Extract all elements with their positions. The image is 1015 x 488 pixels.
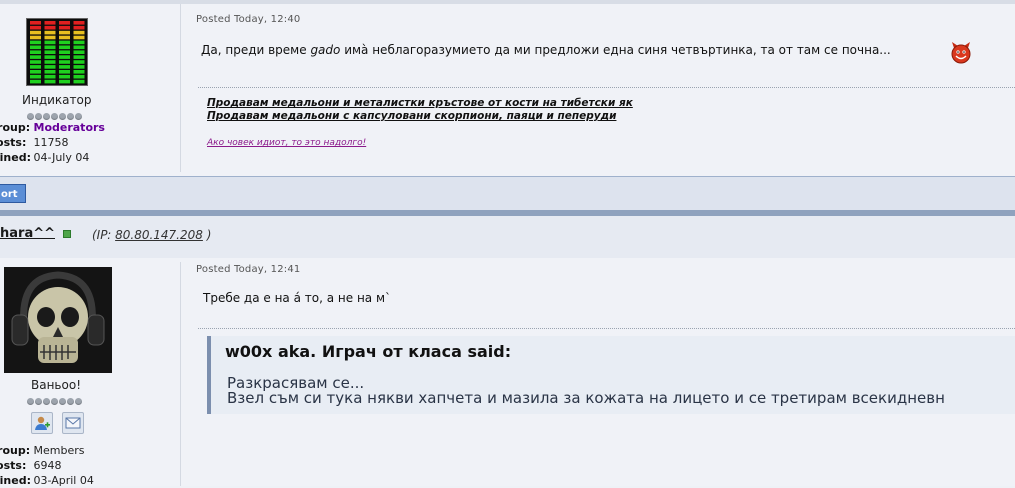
column-separator — [180, 4, 181, 172]
signature-link-1[interactable]: Продавам медальони и металистки кръстове… — [207, 97, 633, 110]
post-text: Да, преди време gado имà неблагоразумиет… — [201, 43, 891, 57]
column-separator — [180, 262, 181, 486]
post-date: Posted Today, 12:40 — [196, 14, 301, 25]
signature-link-2[interactable]: Продавам медальони с капсуловани скорпио… — [207, 110, 633, 123]
joined-value: 04-July 04 — [33, 151, 90, 164]
rank-pips — [27, 110, 83, 120]
report-button[interactable]: ort — [0, 184, 26, 203]
posts-value: 11758 — [33, 136, 69, 149]
rank-pips — [27, 395, 83, 405]
user-title: Индикатор — [22, 93, 92, 107]
joined-value: 03-April 04 — [33, 474, 94, 487]
post-actions-bar — [0, 176, 1015, 210]
avatar-skull — [4, 267, 112, 373]
post-date: Posted Today, 12:41 — [196, 264, 301, 275]
add-contact-icon[interactable] — [31, 412, 53, 434]
post-text: Требе да е на á то, а не на м` — [203, 291, 392, 305]
ip-link[interactable]: 80.80.147.208 — [115, 228, 203, 242]
quote-block: w00x aka. Играч от класа said: Разкрасяв… — [207, 336, 1015, 414]
send-message-icon[interactable] — [62, 412, 84, 434]
content-divider — [198, 328, 1015, 329]
user-info: Group: Members Posts: 6948 Joined: 03-Ap… — [0, 444, 94, 487]
post-1 — [0, 0, 1015, 176]
avatar-equalizer — [26, 18, 88, 86]
ip-info: (IP: 80.80.147.208 ) — [92, 228, 212, 242]
online-status-icon — [63, 230, 71, 238]
quote-author: w00x aka. Играч от класа said: — [225, 342, 512, 361]
devil-icon — [949, 40, 973, 64]
username-link[interactable]: hara^^ — [0, 226, 55, 241]
signature-motto: Ако човек идиот, то это надолго! — [207, 138, 367, 148]
group-value: Moderators — [33, 121, 105, 134]
signature-divider — [198, 87, 1015, 88]
signature: Продавам медальони и металистки кръстове… — [207, 97, 633, 123]
group-value: Members — [33, 444, 85, 457]
quote-text: Разкрасявам се... Взел съм си тука някви… — [227, 374, 945, 407]
posts-value: 6948 — [33, 459, 62, 472]
user-info: Group: Moderators Posts: 11758 Joined: 0… — [0, 121, 105, 164]
user-title: Ваньоо! — [31, 378, 81, 392]
